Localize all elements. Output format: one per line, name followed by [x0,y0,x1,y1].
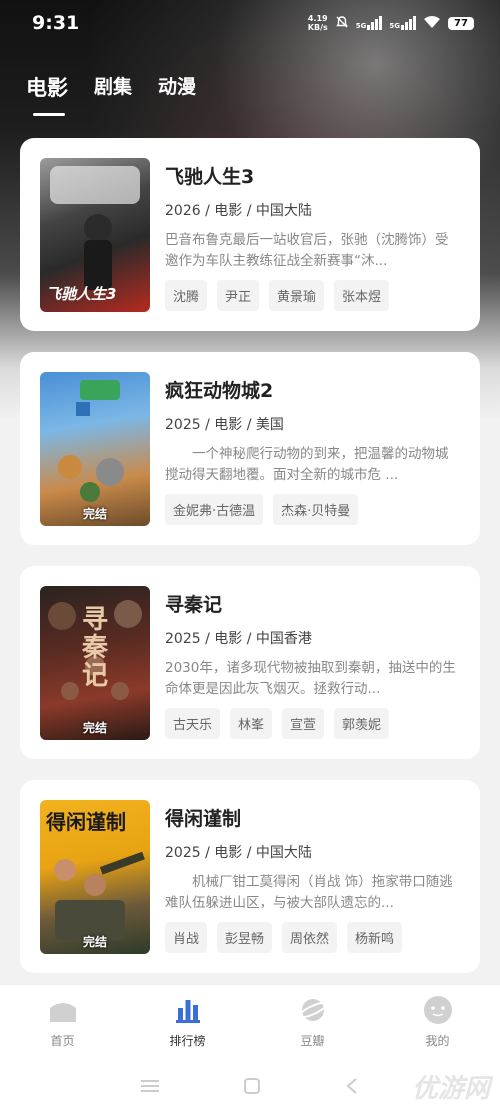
signal-bars-1-icon [367,16,383,30]
movie-description: 一个神秘爬行动物的到来，把温馨的动物城搅动得天翻地覆。面对全新的城市危 ... [165,446,449,483]
cast-chip[interactable]: 林峯 [230,708,273,739]
cast-list: 肖战 彭昱畅 周依然 杨新鸣 [165,922,460,953]
movie-title[interactable]: 寻秦记 [165,590,460,618]
movie-poster: 得闲谨制 完结 [40,800,150,954]
home-icon [48,995,78,1025]
movie-info: 疯狂动物城2 2025 / 电影 / 美国 一个神秘爬行动物的到来，把温馨的动物… [165,372,460,525]
movie-poster: 寻秦记 完结 [40,586,150,740]
tab-anime[interactable]: 动漫 [158,72,196,116]
tab-movies[interactable]: 电影 [26,72,68,116]
cast-chip[interactable]: 郭羡妮 [334,708,390,739]
mute-icon [335,15,349,32]
status-bar: 9:31 4.19 KB/s 5G 5G 77 [0,0,500,46]
nav-profile-label: 我的 [425,1034,450,1048]
movie-meta: 2025 / 电影 / 美国 [165,417,284,433]
movie-list: 飞驰人生3 飞驰人生3 2026 / 电影 / 中国大陆 巴音布鲁克最后一站收官… [20,138,480,994]
movie-description: 机械厂钳工莫得闲（肖战 饰）拖家带口随逃难队伍躲进山区，与被大部队遗忘的... [165,874,453,911]
status-badge: 完结 [82,935,107,949]
category-tabs: 电影 剧集 动漫 [26,72,196,116]
nav-profile[interactable]: 我的 [375,985,500,1064]
sim2-label: 5G [389,22,400,30]
cast-chip[interactable]: 张本煜 [334,280,390,311]
cast-chip[interactable]: 沈腾 [165,280,208,311]
profile-icon [423,995,453,1025]
movie-card[interactable]: 得闲谨制 完结 得闲谨制 2025 / 电影 / 中国大陆 机械厂钳工莫得闲（肖… [20,780,480,973]
wifi-icon [423,15,441,32]
movie-info: 寻秦记 2025 / 电影 / 中国香港 2030年，诸多现代物被抽取到秦朝，抽… [165,586,460,739]
signal-bars-2-icon [401,16,416,30]
battery-indicator: 77 [448,16,474,30]
cast-list: 沈腾 尹正 黄景瑜 张本煜 [165,280,460,311]
poster-title: 寻秦记 [81,605,108,691]
network-speed-unit: KB/s [307,23,328,32]
sim1-label: 5G [355,22,367,30]
movie-poster: 完结 [40,372,150,526]
cast-chip[interactable]: 周依然 [282,922,338,953]
nav-ranking-label: 排行榜 [169,1034,206,1048]
nav-home-label: 首页 [50,1034,75,1048]
nav-douban-label: 豆瓣 [300,1034,325,1048]
movie-card[interactable]: 完结 疯狂动物城2 2025 / 电影 / 美国 一个神秘爬行动物的到来，把温馨… [20,352,480,545]
status-badge: 完结 [82,721,107,735]
cast-chip[interactable]: 古天乐 [165,708,221,739]
cast-chip[interactable]: 彭昱畅 [217,922,273,953]
menu-icon[interactable] [141,1078,159,1097]
watermark: 优游网 [411,1074,490,1104]
movie-info: 飞驰人生3 2026 / 电影 / 中国大陆 巴音布鲁克最后一站收官后，张驰（沈… [165,158,460,311]
nav-douban[interactable]: 豆瓣 [250,985,375,1064]
movie-description: 巴音布鲁克最后一站收官后，张驰（沈腾饰）受邀作为车队主教练征战全新赛事“沐... [165,232,449,269]
status-time: 9:31 [32,12,80,34]
planet-icon [297,995,328,1025]
home-square-icon[interactable] [244,1077,260,1098]
poster-title: 得闲谨制 [46,810,126,834]
movie-meta: 2025 / 电影 / 中国大陆 [165,845,312,861]
movie-info: 得闲谨制 2025 / 电影 / 中国大陆 机械厂钳工莫得闲（肖战 饰）拖家带口… [165,800,460,953]
movie-card[interactable]: 寻秦记 完结 寻秦记 2025 / 电影 / 中国香港 2030年，诸多现代物被… [20,566,480,759]
status-icons: 4.19 KB/s 5G 5G 77 [308,14,474,32]
cast-chip[interactable]: 宣萱 [282,708,325,739]
movie-title[interactable]: 得闲谨制 [165,804,460,832]
nav-home[interactable]: 首页 [0,985,125,1064]
cast-chip[interactable]: 金妮弗·古德温 [165,494,264,525]
back-icon[interactable] [345,1077,359,1098]
network-speed-value: 4.19 [307,14,328,23]
cast-list: 金妮弗·古德温 杰森·贝特曼 [165,494,460,525]
cast-chip[interactable]: 黄景瑜 [269,280,325,311]
signal-2: 5G [389,16,416,30]
cast-chip[interactable]: 杰森·贝特曼 [273,494,359,525]
ranking-icon [173,995,203,1025]
tab-series[interactable]: 剧集 [94,72,132,116]
movie-description: 2030年，诸多现代物被抽取到秦朝，抽送中的生命体更是因此灰飞烟灭。拯救行动..… [165,660,456,697]
movie-meta: 2026 / 电影 / 中国大陆 [165,203,312,219]
movie-title[interactable]: 疯狂动物城2 [165,376,460,404]
movie-meta: 2025 / 电影 / 中国香港 [165,631,312,647]
status-badge: 完结 [82,507,107,521]
network-speed: 4.19 KB/s [308,14,328,32]
movie-poster: 飞驰人生3 [40,158,150,312]
cast-chip[interactable]: 肖战 [165,922,208,953]
poster-art [58,380,124,502]
cast-list: 古天乐 林峯 宣萱 郭羡妮 [165,708,460,739]
cast-chip[interactable]: 杨新鸣 [347,922,403,953]
signal-1: 5G [356,16,383,30]
poster-title: 飞驰人生3 [46,285,117,303]
nav-ranking[interactable]: 排行榜 [125,985,250,1064]
bottom-navigation: 首页 排行榜 豆瓣 我的 [0,984,500,1064]
movie-card[interactable]: 飞驰人生3 飞驰人生3 2026 / 电影 / 中国大陆 巴音布鲁克最后一站收官… [20,138,480,331]
cast-chip[interactable]: 尹正 [217,280,260,311]
movie-title[interactable]: 飞驰人生3 [165,162,460,190]
